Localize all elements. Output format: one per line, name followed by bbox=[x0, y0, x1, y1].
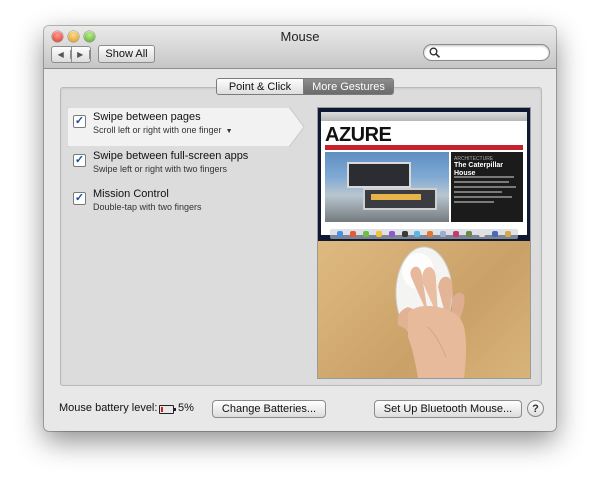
swipe-pages-checkbox[interactable]: ✓ bbox=[73, 115, 86, 128]
dock-app-icon bbox=[440, 231, 447, 237]
house-window bbox=[371, 194, 421, 200]
preference-tabs: Point & Click More Gestures bbox=[216, 78, 394, 95]
help-button[interactable]: ? bbox=[527, 400, 544, 417]
dock-app-icon bbox=[362, 231, 369, 237]
preview-screen: AZURE ARCHITECTURE The Caterpillar House bbox=[318, 108, 530, 241]
browser-toolbar bbox=[321, 112, 527, 121]
house-upper-block bbox=[347, 162, 411, 188]
article-line bbox=[454, 191, 502, 193]
house-photo bbox=[325, 152, 449, 222]
article-line bbox=[454, 186, 516, 188]
tab-point-and-click[interactable]: Point & Click bbox=[217, 79, 304, 94]
search-input[interactable] bbox=[423, 44, 550, 61]
gesture-subtitle: Swipe left or right with two fingers bbox=[93, 164, 228, 174]
article-line bbox=[454, 176, 514, 178]
chevron-right-icon: ▶ bbox=[72, 50, 90, 59]
gesture-subtitle: Double-tap with two fingers bbox=[93, 202, 202, 212]
chevron-left-icon: ◀ bbox=[52, 50, 71, 59]
dock-app-icon bbox=[336, 231, 343, 237]
dock-app-icon bbox=[491, 231, 498, 237]
desk-surface bbox=[318, 241, 530, 378]
gesture-title: Swipe between full-screen apps bbox=[93, 150, 249, 162]
dock-app-icon bbox=[375, 231, 382, 237]
article-line bbox=[454, 196, 512, 198]
dock-app-icon bbox=[479, 231, 486, 237]
preview-dock bbox=[330, 229, 518, 239]
dock-app-icon bbox=[414, 231, 421, 237]
site-logo: AZURE bbox=[325, 124, 392, 146]
dock-app-icon bbox=[504, 231, 511, 237]
gesture-preview-video: AZURE ARCHITECTURE The Caterpillar House bbox=[317, 107, 531, 379]
dock-app-icon bbox=[427, 231, 434, 237]
change-batteries-button[interactable]: Change Batteries... bbox=[212, 400, 326, 418]
gesture-subtitle-text: Scroll left or right with one finger bbox=[93, 125, 222, 135]
tab-more-gestures[interactable]: More Gestures bbox=[304, 79, 393, 94]
battery-icon bbox=[159, 405, 176, 414]
chevron-down-icon[interactable]: ▼ bbox=[226, 128, 233, 135]
gesture-title: Mission Control bbox=[93, 188, 169, 200]
gesture-title: Swipe between pages bbox=[93, 111, 201, 123]
forward-button[interactable]: ▶ bbox=[72, 47, 90, 62]
battery-level-label: Mouse battery level: bbox=[59, 402, 158, 414]
back-forward-control: ◀ ▶ bbox=[51, 46, 91, 63]
house-lower-block bbox=[363, 188, 437, 210]
dock-app-icon bbox=[388, 231, 395, 237]
preview-browser-window: AZURE ARCHITECTURE The Caterpillar House bbox=[321, 112, 527, 235]
dock-app-icon bbox=[349, 231, 356, 237]
dock-app-icon bbox=[453, 231, 460, 237]
mission-control-checkbox[interactable]: ✓ bbox=[73, 192, 86, 205]
battery-terminal bbox=[174, 408, 176, 411]
title-bar: Mouse ◀ ▶ Show All bbox=[44, 26, 556, 69]
show-all-button[interactable]: Show All bbox=[98, 45, 155, 63]
site-nav-bar bbox=[325, 145, 523, 150]
battery-percent: 5% bbox=[178, 402, 194, 414]
dock-app-icon bbox=[401, 231, 408, 237]
search-icon bbox=[429, 47, 441, 58]
gesture-subtitle: Scroll left or right with one finger ▼ bbox=[93, 125, 233, 135]
window-title: Mouse bbox=[280, 29, 320, 44]
swipe-apps-checkbox[interactable]: ✓ bbox=[73, 154, 86, 167]
mouse-preferences-window: Mouse ◀ ▶ Show All Point & Click More Ge… bbox=[44, 26, 556, 431]
article-line bbox=[454, 181, 509, 183]
setup-bluetooth-mouse-button[interactable]: Set Up Bluetooth Mouse... bbox=[374, 400, 522, 418]
dock-app-icon bbox=[466, 231, 473, 237]
back-button[interactable]: ◀ bbox=[52, 47, 72, 62]
article-panel: ARCHITECTURE The Caterpillar House bbox=[451, 152, 523, 222]
hand-on-magic-mouse-illustration bbox=[395, 246, 466, 378]
article-line bbox=[454, 201, 494, 203]
battery-fill bbox=[161, 407, 163, 412]
